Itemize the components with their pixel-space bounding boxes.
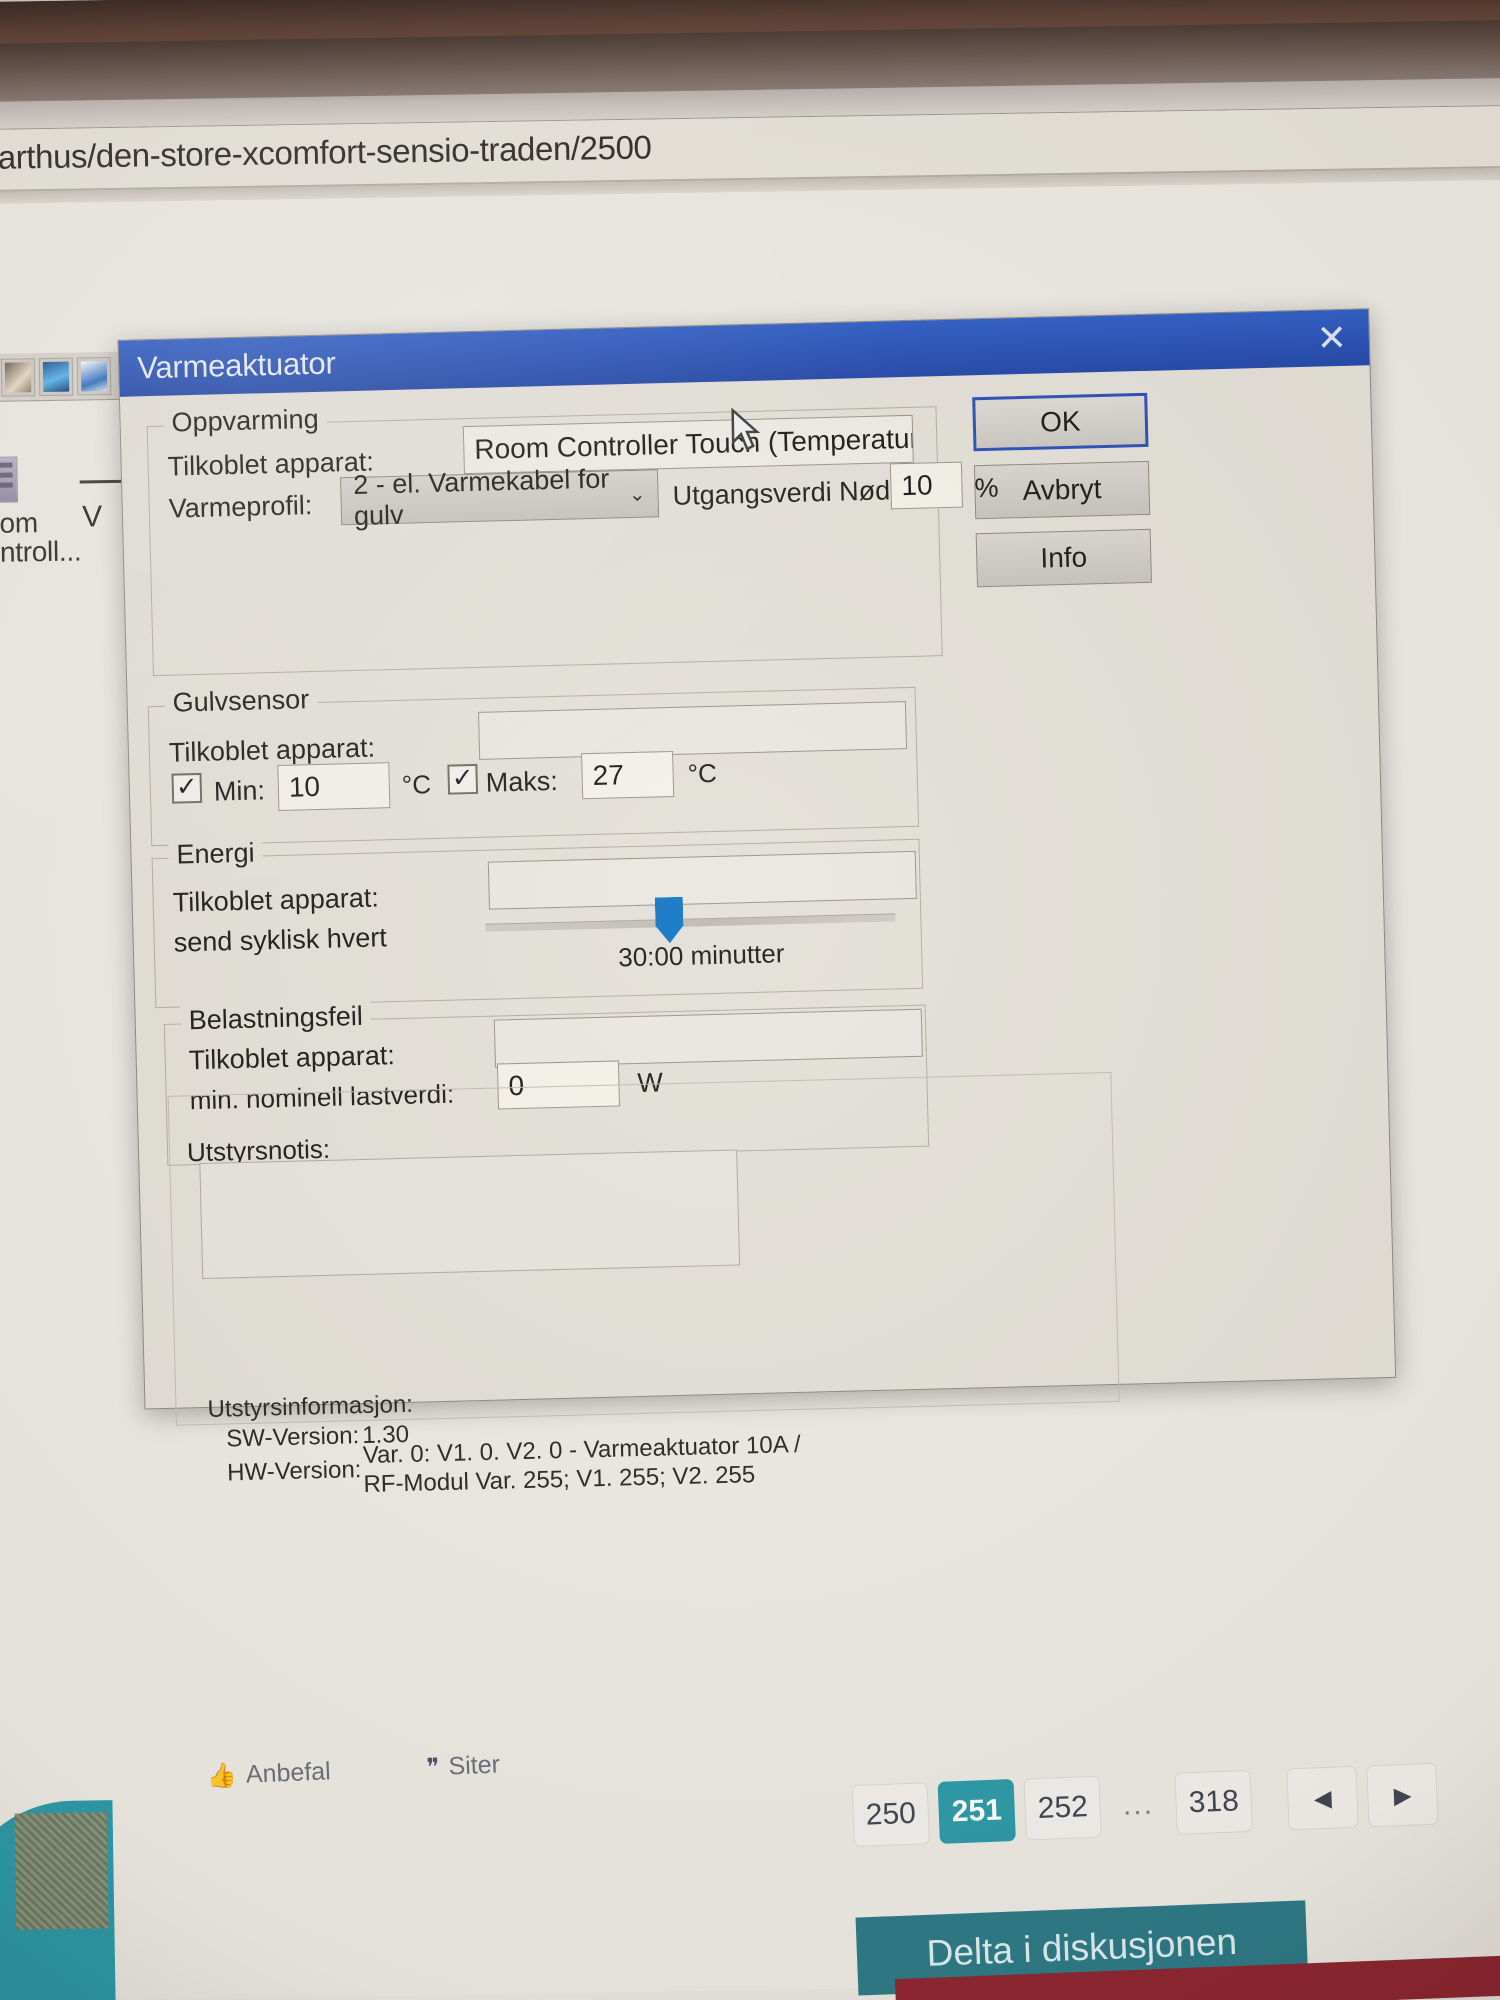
quote-label: Siter xyxy=(447,1750,501,1781)
varmeaktuator-dialog: Varmeaktuator ✕ OK Avbryt Info Oppvarmin… xyxy=(117,308,1397,1498)
screen-photo: smarthus/den-store-xcomfort-sensio-trade… xyxy=(0,0,1500,2000)
floor-max-label: Maks: xyxy=(485,765,559,798)
energy-legend: Energi xyxy=(168,837,263,871)
floor-min-unit: °C xyxy=(401,769,432,800)
floor-max-checkbox[interactable] xyxy=(447,763,479,795)
heating-profile-value: 2 - el. Varmekabel for gulv xyxy=(352,463,610,531)
dialog-body: OK Avbryt Info Oppvarming Tilkoblet appa… xyxy=(120,365,1395,1498)
sw-version-label: SW-Version: xyxy=(225,1422,360,1453)
page-button-252[interactable]: 252 xyxy=(1023,1775,1103,1841)
info-button[interactable]: Info xyxy=(975,528,1152,588)
close-icon[interactable]: ✕ xyxy=(1310,317,1353,359)
pagination-prev-button[interactable]: ◀ xyxy=(1286,1765,1359,1831)
floor-min-input[interactable]: 10 xyxy=(277,762,391,811)
recommend-label: Anbefal xyxy=(245,1757,332,1789)
cancel-button[interactable]: Avbryt xyxy=(973,460,1151,520)
floor-sensor-legend: Gulvsensor xyxy=(164,683,318,719)
hw-version-label: HW-Version: xyxy=(226,1456,362,1487)
pagination-ellipsis: ... xyxy=(1122,1787,1155,1822)
emergency-output-input[interactable]: 10 xyxy=(889,461,963,510)
energy-cyclic-label: send syklisk hvert xyxy=(173,922,388,958)
dialog-title: Varmeaktuator xyxy=(136,345,336,386)
device-info-heading: Utstyrsinformasjon: xyxy=(207,1390,414,1423)
floor-max-unit: °C xyxy=(687,757,718,789)
chevron-down-icon: ⌄ xyxy=(628,483,646,506)
load-error-legend: Belastningsfeil xyxy=(180,1000,372,1037)
dialog-inner-frame xyxy=(167,1071,1120,1426)
heating-legend: Oppvarming xyxy=(163,403,328,439)
toolbar-icon-2[interactable] xyxy=(0,357,36,397)
app-toolbar[interactable] xyxy=(0,351,121,403)
page-button-last[interactable]: 318 xyxy=(1174,1769,1253,1835)
floor-min-label: Min: xyxy=(213,775,266,807)
pagination-next-button[interactable]: ▶ xyxy=(1366,1762,1439,1828)
device-icon xyxy=(0,456,19,504)
toolbar-icon-4[interactable] xyxy=(76,356,112,396)
thumbs-up-icon: 👍 xyxy=(206,1762,238,1791)
url-text: smarthus/den-store-xcomfort-sensio-trade… xyxy=(0,128,652,177)
screen-surface: smarthus/den-store-xcomfort-sensio-trade… xyxy=(0,0,1500,2000)
emergency-output-unit: % xyxy=(974,472,999,504)
energy-cyclic-value: 30:00 minutter xyxy=(617,938,785,973)
load-error-device-label: Tilkoblet apparat: xyxy=(188,1040,396,1076)
device-tree-marker: V xyxy=(81,500,103,534)
page-button-250[interactable]: 250 xyxy=(851,1782,931,1848)
toolbar-icon-3[interactable] xyxy=(38,357,74,396)
recommend-action[interactable]: 👍 Anbefal xyxy=(207,1757,332,1791)
ok-button[interactable]: OK xyxy=(972,392,1149,452)
hw-version-value: Var. 0: V1. 0. V2. 0 - Varmeaktuator 10A… xyxy=(362,1430,802,1499)
heating-profile-select[interactable]: 2 - el. Varmekabel for gulv ⌄ xyxy=(340,463,660,531)
quote-action[interactable]: ❞ Siter xyxy=(426,1750,500,1782)
quote-icon: ❞ xyxy=(426,1753,441,1782)
floor-max-input[interactable]: 27 xyxy=(581,750,675,800)
page-button-251-active[interactable]: 251 xyxy=(937,1778,1017,1844)
footer-texture-patch xyxy=(14,1812,109,1930)
heating-profile-label: Varmeprofil: xyxy=(168,490,313,524)
floor-min-checkbox[interactable] xyxy=(171,772,203,804)
energy-device-label: Tilkoblet apparat: xyxy=(172,882,380,918)
